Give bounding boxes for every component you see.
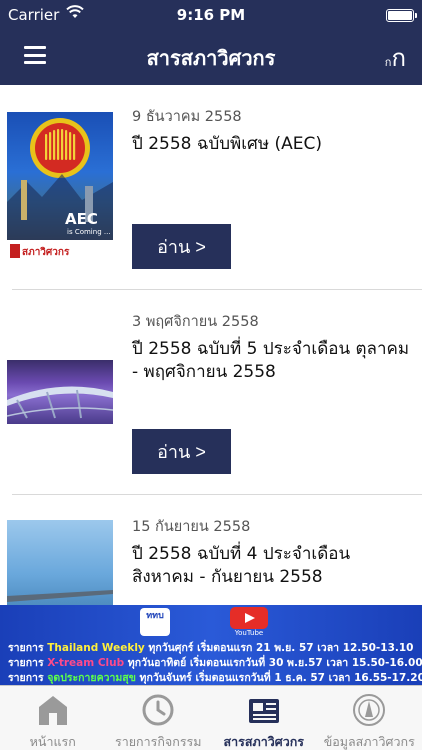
magazine-title: ปี 2558 ฉบับที่ 4 ประจำเดือน สิงหาคม - ก… — [132, 544, 351, 587]
magazine-item: 3 พฤศจิกายน 2558 ปี 2558 ฉบับที่ 5 ประจำ… — [0, 290, 422, 494]
banner-program-name: X-tream Club — [47, 657, 125, 669]
magazine-cover-pier[interactable] — [7, 520, 113, 605]
page-title: สารสภาวิศวกร — [146, 46, 276, 70]
tab-label: ข้อมูลสภาวิศวกร — [323, 734, 415, 749]
magazine-cover-aec[interactable]: AEC is Coming ... สภาวิศวกร — [7, 112, 113, 262]
banner-line-prefix: รายการ — [8, 672, 48, 684]
tab-journal[interactable]: สารสภาวิศวกร — [211, 686, 317, 750]
clock-icon — [142, 694, 174, 726]
newspaper-icon — [248, 699, 279, 723]
read-button[interactable]: อ่าน > — [132, 224, 231, 269]
youtube-icon: YouTube — [230, 607, 268, 637]
battery-icon — [386, 9, 417, 22]
magazine-title: ปี 2558 ฉบับที่ 5 ประจำเดือน ตุลาคม - พฤ… — [132, 339, 410, 382]
tab-home[interactable]: หน้าแรก — [0, 686, 106, 750]
cover-coming-text: is Coming ... — [67, 228, 111, 236]
magazine-date: 9 ธันวาคม 2558 — [132, 109, 242, 125]
home-icon — [38, 696, 67, 725]
banner-program-name: จุดประกายความสุข — [47, 672, 136, 684]
font-size-button[interactable]: กก — [385, 38, 406, 77]
banner-line-prefix: รายการ — [8, 642, 48, 654]
magazine-date: 15 กันยายน 2558 — [132, 519, 251, 535]
council-seal-icon — [353, 694, 386, 726]
tv-program-banner[interactable]: ททบ YouTube รายการ Thailand Weekly ทุกวั… — [0, 605, 422, 685]
tab-council-info[interactable]: ข้อมูลสภาวิศวกร — [317, 686, 422, 750]
banner-line-schedule: ทุกวันศุกร์ เริ่มตอนแรก 21 พ.ย. 57 เวลา … — [144, 642, 414, 654]
tab-label: หน้าแรก — [29, 734, 76, 749]
magazine-item: 15 กันยายน 2558 ปี 2558 ฉบับที่ 4 ประจำเ… — [0, 495, 422, 605]
magazine-title: ปี 2558 ฉบับพิเศษ (AEC) — [132, 134, 322, 154]
read-button[interactable]: อ่าน > — [132, 429, 231, 474]
magazine-item: AEC is Coming ... สภาวิศวกร 9 ธันวาคม 25… — [0, 85, 422, 289]
magazine-list[interactable]: AEC is Coming ... สภาวิศวกร 9 ธันวาคม 25… — [0, 85, 422, 605]
tab-activities[interactable]: รายการกิจกรรม — [106, 686, 212, 750]
nav-bar: สารสภาวิศวกร กก — [0, 30, 422, 85]
cover-brand-text: สภาวิศวกร — [22, 247, 70, 258]
banner-line-schedule: ทุกวันจันทร์ เริ่มตอนแรกวันที่ 1 ธ.ค. 57… — [135, 672, 422, 684]
status-bar: Carrier 9:16 PM — [0, 0, 422, 30]
tab-label: สารสภาวิศวกร — [223, 734, 304, 749]
banner-line-prefix: รายการ — [8, 657, 48, 669]
channel-logo: ททบ — [140, 608, 170, 636]
bridge-image-icon — [7, 386, 113, 419]
tab-label: รายการกิจกรรม — [115, 734, 202, 749]
banner-line-schedule: ทุกวันอาทิตย์ เริ่มตอนแรกวันที่ 30 พ.ย.5… — [124, 657, 422, 669]
magazine-cover-bridge[interactable] — [7, 360, 113, 424]
font-size-large-glyph: ก — [391, 44, 406, 72]
banner-program-name: Thailand Weekly — [47, 642, 145, 654]
pier-image-icon — [7, 590, 113, 602]
magazine-date: 3 พฤศจิกายน 2558 — [132, 314, 259, 330]
asean-emblem-icon — [7, 118, 113, 262]
youtube-label: YouTube — [234, 629, 264, 637]
clock-time: 9:16 PM — [176, 6, 246, 24]
tab-bar: หน้าแรก รายการกิจกรรม สารสภาวิศวกร ข้อมู… — [0, 685, 422, 750]
cover-aec-text: AEC — [65, 210, 98, 228]
banner-line: รายการ จุดประกายความสุข ทุกวันจันทร์ เริ… — [8, 669, 422, 685]
